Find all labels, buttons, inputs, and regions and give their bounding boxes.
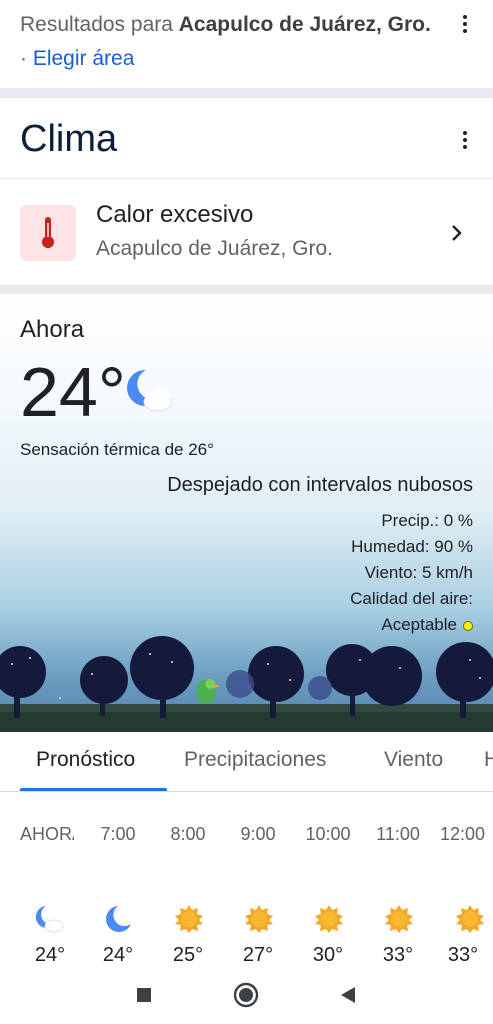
choose-area-link[interactable]: Elegir área bbox=[33, 47, 135, 70]
results-location: Acapulco de Juárez, Gro. bbox=[178, 13, 431, 36]
feels-like: Sensación térmica de 26° bbox=[20, 440, 214, 459]
divider bbox=[0, 88, 493, 98]
results-text: Resultados para Acapulco de Juárez, Gro.… bbox=[20, 8, 440, 76]
tab-wind[interactable]: Viento bbox=[384, 748, 443, 772]
heat-alert-row[interactable]: Calor excesivo Acapulco de Juárez, Gro. bbox=[0, 178, 493, 286]
hour-label: AHORA bbox=[20, 824, 74, 844]
hour-label: 10:00 bbox=[305, 824, 351, 844]
weather-details: Precip.: 0 % Humedad: 90 % Viento: 5 km/… bbox=[350, 508, 473, 638]
hourly-forecast: AHORA 7:00 8:00 9:00 10:00 11:00 12:00 2… bbox=[0, 792, 493, 967]
weather-more-icon[interactable] bbox=[455, 128, 475, 152]
alert-location: Acapulco de Juárez, Gro. bbox=[96, 237, 333, 260]
moon-icon bbox=[106, 906, 131, 932]
sun-icon bbox=[385, 905, 413, 933]
hour-temp: 30° bbox=[312, 944, 344, 966]
moon-cloud-icon bbox=[126, 368, 176, 419]
results-separator: · bbox=[20, 47, 33, 70]
wind: Viento: 5 km/h bbox=[364, 563, 473, 582]
hour-label: 7:00 bbox=[100, 824, 136, 844]
thermometer-icon bbox=[20, 205, 76, 261]
recents-square-icon[interactable] bbox=[130, 981, 158, 1009]
moon-cloud-icon bbox=[35, 906, 64, 933]
night-scene-illustration bbox=[0, 636, 493, 732]
weather-title: Clima bbox=[20, 118, 118, 160]
current-temperature: 24° bbox=[20, 353, 126, 431]
hour-label: 12:00 bbox=[440, 824, 486, 844]
hour-temp: 24° bbox=[34, 944, 66, 966]
results-prefix: Resultados para bbox=[20, 13, 179, 36]
precipitation: Precip.: 0 % bbox=[381, 511, 473, 530]
sun-icon bbox=[456, 905, 484, 933]
hour-label: 11:00 bbox=[376, 824, 420, 844]
current-weather-panel: Ahora 24° Sensación térmica de 26° Despe… bbox=[0, 294, 493, 732]
hour-temp: 25° bbox=[172, 944, 204, 966]
hour-temp: 24° bbox=[102, 944, 134, 966]
tab-precipitation[interactable]: Precipitaciones bbox=[184, 748, 326, 772]
air-quality-label: Calidad del aire: bbox=[350, 589, 473, 608]
active-tab-indicator bbox=[20, 788, 167, 791]
hour-label: 8:00 bbox=[170, 824, 206, 844]
results-header: Resultados para Acapulco de Juárez, Gro.… bbox=[0, 0, 493, 88]
back-triangle-icon[interactable] bbox=[334, 981, 362, 1009]
air-quality-dot-icon bbox=[463, 620, 473, 631]
sun-icon bbox=[315, 905, 343, 933]
results-more-icon[interactable] bbox=[455, 12, 475, 36]
sun-icon bbox=[175, 905, 203, 933]
now-label: Ahora bbox=[20, 316, 85, 343]
hour-temp: 33° bbox=[447, 944, 479, 966]
air-quality-value: Aceptable bbox=[381, 615, 457, 634]
tab-forecast[interactable]: Pronóstico bbox=[36, 748, 135, 772]
hour-temp: 33° bbox=[382, 944, 414, 966]
humidity: Humedad: 90 % bbox=[351, 537, 473, 556]
hour-label: 9:00 bbox=[240, 824, 276, 844]
sun-icon bbox=[245, 905, 273, 933]
weather-condition: Despejado con intervalos nubosos bbox=[167, 474, 473, 496]
chevron-right-icon bbox=[450, 223, 464, 248]
system-nav-bar bbox=[0, 967, 493, 1024]
alert-title: Calor excesivo bbox=[96, 201, 254, 228]
hour-temp: 27° bbox=[242, 944, 274, 966]
tab-humidity[interactable]: H bbox=[484, 748, 493, 772]
home-circle-icon[interactable] bbox=[232, 981, 260, 1009]
forecast-tabs: Pronóstico Precipitaciones Viento H bbox=[0, 732, 493, 792]
